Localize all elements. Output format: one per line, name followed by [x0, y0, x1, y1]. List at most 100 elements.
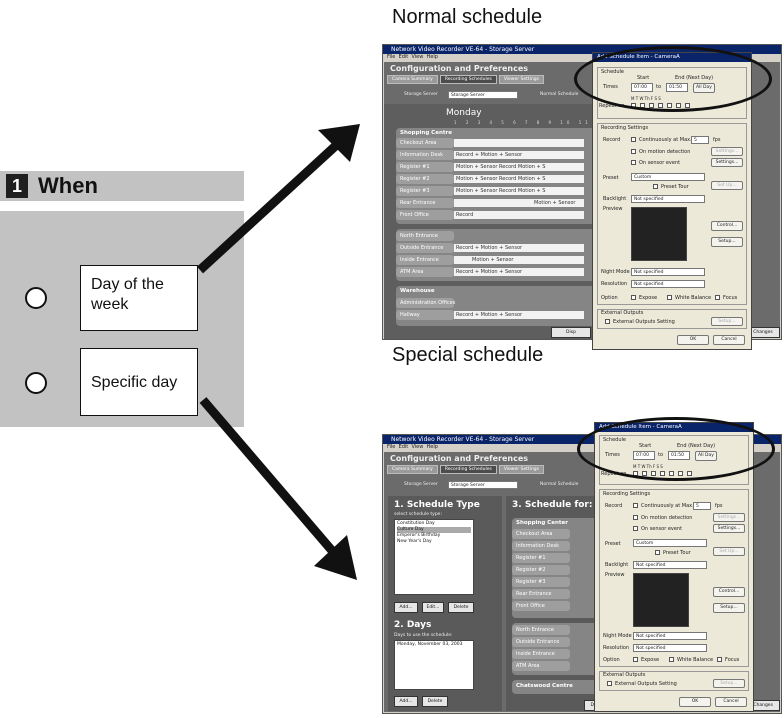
normal-schedule-radio[interactable]: Normal Schedule — [540, 482, 578, 487]
list-item[interactable]: New Year's Day — [397, 539, 471, 545]
external-outputs-checkbox[interactable] — [607, 681, 612, 686]
type-delete-button[interactable]: Delete — [448, 602, 474, 613]
fps-select[interactable]: 5 — [693, 502, 711, 510]
preview-setup-button[interactable]: Setup... — [713, 603, 745, 613]
schedule-bar[interactable]: Motion + Sensor — [454, 199, 584, 207]
schedule-bar[interactable]: Record + Motion + Sensor — [454, 151, 584, 159]
focus-checkbox[interactable] — [717, 657, 722, 662]
preset-setup-button[interactable]: Set Up... — [711, 181, 743, 190]
menu-file[interactable]: File — [387, 54, 395, 60]
preset-tour-checkbox[interactable] — [655, 550, 660, 555]
tab-viewer-settings[interactable]: Viewer Settings — [498, 75, 544, 84]
camera-row[interactable]: Information Desk Record + Motion + Sensor — [396, 150, 584, 160]
preset-tour-checkbox[interactable] — [653, 184, 658, 189]
camera-row[interactable]: Register #3 — [512, 577, 570, 587]
schedule-bar[interactable]: Motion + Sensor Record Motion + S — [454, 163, 584, 171]
control-button[interactable]: Control... — [711, 221, 743, 231]
resolution-select[interactable]: Not specified — [633, 644, 707, 652]
camera-row[interactable]: Front Office Record — [396, 210, 584, 220]
list-item[interactable]: Monday, November 03, 2003 — [397, 642, 471, 648]
camera-row[interactable]: Rear Entrance Motion + Sensor — [396, 198, 584, 208]
camera-row[interactable]: Register #3 Motion + Sensor Record Motion… — [396, 186, 584, 196]
resolution-select[interactable]: Not specified — [631, 280, 705, 288]
schedule-bar[interactable]: Record — [454, 211, 584, 219]
cancel-button[interactable]: Cancel — [713, 335, 745, 345]
preview-setup-button[interactable]: Setup... — [711, 237, 743, 247]
schedule-bar[interactable]: Motion + Sensor Record Motion + S — [454, 175, 584, 183]
type-edit-button[interactable]: Edit... — [422, 602, 444, 613]
storage-select[interactable]: Storage Server — [448, 91, 518, 99]
expose-checkbox[interactable] — [633, 657, 638, 662]
camera-row[interactable]: Information Desk — [512, 541, 570, 551]
motion-checkbox[interactable] — [633, 515, 638, 520]
tab-recording-schedules[interactable]: Recording Schedules — [439, 465, 497, 474]
display-button[interactable]: Disp — [551, 327, 591, 338]
camera-row[interactable]: Administration Offices — [396, 298, 455, 308]
camera-row[interactable]: Front Office — [512, 601, 570, 611]
schedule-type-list[interactable]: Constitution Day Culture Day Emperor's B… — [394, 519, 474, 595]
night-mode-select[interactable]: Not specified — [631, 268, 705, 276]
focus-checkbox[interactable] — [715, 295, 720, 300]
menu-help[interactable]: Help — [427, 444, 438, 450]
storage-select[interactable]: Storage Server — [448, 481, 518, 489]
days-add-button[interactable]: Add... — [394, 696, 418, 707]
sensor-settings-button[interactable]: Settings... — [713, 524, 745, 533]
menu-view[interactable]: View — [411, 54, 423, 60]
camera-row[interactable]: Outside Entrance Record + Motion + Sensor — [396, 243, 584, 253]
schedule-bar[interactable]: Motion + Sensor — [454, 256, 584, 264]
external-setup-button[interactable]: Setup... — [713, 679, 745, 688]
schedule-bar[interactable] — [454, 139, 584, 147]
camera-row[interactable]: Inside Entrance Motion + Sensor — [396, 255, 584, 265]
camera-row[interactable]: ATM Area — [512, 661, 570, 671]
motion-settings-button[interactable]: Settings... — [711, 147, 743, 156]
menu-file[interactable]: File — [387, 444, 395, 450]
tab-camera-summary[interactable]: Camera Summary — [387, 75, 438, 84]
fps-select[interactable]: 5 — [691, 136, 709, 144]
backlight-select[interactable]: Not specified — [631, 195, 705, 203]
white-balance-checkbox[interactable] — [667, 295, 672, 300]
camera-row[interactable]: Outside Entrance — [512, 637, 570, 647]
tab-camera-summary[interactable]: Camera Summary — [387, 465, 438, 474]
external-setup-button[interactable]: Setup... — [711, 317, 743, 326]
continuous-checkbox[interactable] — [631, 137, 636, 142]
camera-row[interactable]: Register #2 Motion + Sensor Record Motion… — [396, 174, 584, 184]
schedule-bar[interactable]: Record + Motion + Sensor — [454, 244, 584, 252]
camera-row[interactable]: Register #2 — [512, 565, 570, 575]
normal-schedule-radio[interactable]: Normal Schedule — [540, 92, 578, 97]
ok-button[interactable]: OK — [679, 697, 711, 707]
menu-edit[interactable]: Edit — [399, 54, 409, 60]
camera-row[interactable]: Register #1 Motion + Sensor Record Motion… — [396, 162, 584, 172]
cancel-button[interactable]: Cancel — [715, 697, 747, 707]
tab-viewer-settings[interactable]: Viewer Settings — [498, 465, 544, 474]
camera-row[interactable]: Checkout Area — [512, 529, 570, 539]
schedule-bar[interactable]: Record + Motion + Sensor — [454, 311, 584, 319]
type-add-button[interactable]: Add... — [394, 602, 418, 613]
motion-checkbox[interactable] — [631, 149, 636, 154]
menu-edit[interactable]: Edit — [399, 444, 409, 450]
menu-help[interactable]: Help — [427, 54, 438, 60]
control-button[interactable]: Control... — [713, 587, 745, 597]
backlight-select[interactable]: Not specified — [633, 561, 707, 569]
camera-row[interactable]: Rear Entrance — [512, 589, 570, 599]
camera-row[interactable]: Checkout Area — [396, 138, 584, 148]
white-balance-checkbox[interactable] — [669, 657, 674, 662]
camera-row[interactable]: Hallway Record + Motion + Sensor — [396, 310, 584, 320]
camera-row[interactable]: Register #1 — [512, 553, 570, 563]
continuous-checkbox[interactable] — [633, 503, 638, 508]
menu-view[interactable]: View — [411, 444, 423, 450]
tab-recording-schedules[interactable]: Recording Schedules — [439, 75, 497, 84]
days-list[interactable]: Monday, November 03, 2003 — [394, 640, 474, 690]
external-outputs-checkbox[interactable] — [605, 319, 610, 324]
sensor-checkbox[interactable] — [631, 160, 636, 165]
sensor-checkbox[interactable] — [633, 526, 638, 531]
days-delete-button[interactable]: Delete — [422, 696, 448, 707]
camera-row[interactable]: Inside Entrance — [512, 649, 570, 659]
preset-setup-button[interactable]: Set Up... — [713, 547, 745, 556]
motion-settings-button[interactable]: Settings... — [713, 513, 745, 522]
schedule-bar[interactable]: Record + Motion + Sensor — [454, 268, 584, 276]
schedule-bar[interactable]: Motion + Sensor Record Motion + S — [454, 187, 584, 195]
camera-row[interactable]: ATM Area Record + Motion + Sensor — [396, 267, 584, 277]
ok-button[interactable]: OK — [677, 335, 709, 345]
night-mode-select[interactable]: Not specified — [633, 632, 707, 640]
expose-checkbox[interactable] — [631, 295, 636, 300]
